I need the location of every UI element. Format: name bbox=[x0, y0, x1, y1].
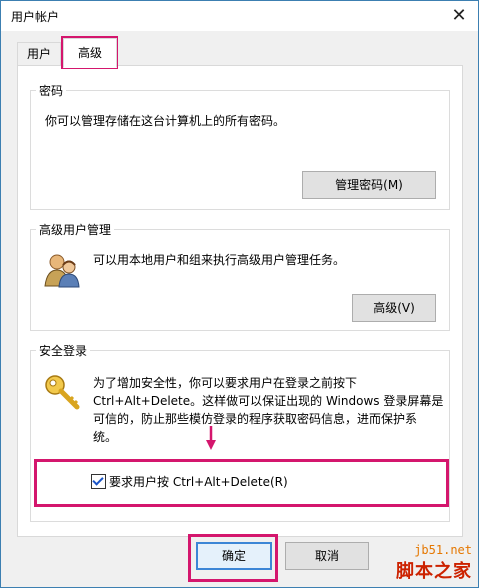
password-group: 密码 你可以管理存储在这台计算机上的所有密码。 管理密码(M) bbox=[30, 82, 450, 210]
advanced-group-legend: 高级用户管理 bbox=[36, 221, 115, 238]
watermark-name: 脚本之家 bbox=[396, 561, 472, 582]
password-group-legend: 密码 bbox=[36, 82, 67, 99]
user-accounts-window: 用户帐户 ✕ 用户 高级 密码 你可以管理存储在这台计算机上的所有密码。 管理密… bbox=[0, 0, 479, 588]
window-title: 用户帐户 bbox=[11, 10, 60, 24]
users-icon bbox=[44, 254, 80, 288]
secure-group-legend: 安全登录 bbox=[36, 342, 91, 359]
advanced-button[interactable]: 高级(V) bbox=[352, 294, 436, 322]
cancel-button[interactable]: 取消 bbox=[285, 542, 369, 570]
highlight-ok-button bbox=[188, 534, 278, 582]
tab-users[interactable]: 用户 bbox=[17, 42, 61, 65]
title-bar: 用户帐户 ✕ bbox=[1, 1, 478, 31]
key-icon bbox=[45, 375, 80, 410]
secure-text-line-1: 为了增加安全性，你可以要求用户在登录之前按下 bbox=[93, 376, 358, 390]
watermark-site: jb51.net bbox=[414, 543, 472, 557]
close-button[interactable]: ✕ bbox=[446, 3, 472, 29]
highlight-checkbox bbox=[34, 459, 449, 507]
password-description: 你可以管理存储在这台计算机上的所有密码。 bbox=[45, 114, 286, 128]
secure-text-line-4: 统。 bbox=[93, 430, 118, 444]
manage-passwords-button[interactable]: 管理密码(M) bbox=[302, 171, 436, 199]
secure-text-line-2: Ctrl+Alt+Delete。这样做可以保证出现的 Windows 登录屏幕是 bbox=[93, 394, 444, 408]
advanced-user-management-group: 高级用户管理 可以用本地用户和组来执行高级用户管理任务。 高级(V) bbox=[30, 221, 450, 331]
annotation-arrow-icon bbox=[206, 426, 216, 450]
secure-text-line-3: 可信的，防止那些模仿登录的程序获取密码信息，进而保护系 bbox=[93, 412, 418, 426]
tab-advanced[interactable]: 高级 bbox=[63, 38, 117, 68]
advanced-description: 可以用本地用户和组来执行高级用户管理任务。 bbox=[93, 253, 346, 267]
watermark: jb51.net 脚本之家 bbox=[396, 543, 472, 583]
